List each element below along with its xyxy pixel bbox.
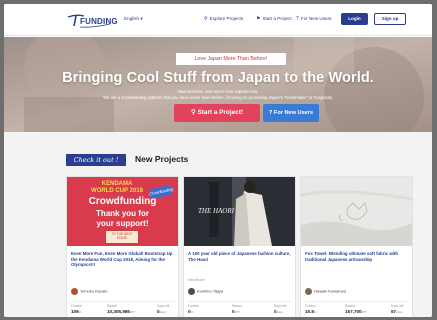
for-new-users-button[interactable]: ? For New Users [263,104,319,122]
avatar [188,288,195,295]
stat-number: 10,305,986 [107,309,130,314]
hero-tagline: Love Japan More Than Before! [176,53,286,65]
funded-stat: Funded 0% [188,304,199,314]
stat-unit: days [159,310,166,314]
project-card[interactable]: Fox Towel: Blending ultimate soft fabric… [300,176,413,317]
haori-image-text: THE HAORI [198,207,235,215]
site-logo[interactable]: FUNDING [66,13,118,28]
project-owner: Tomoko Kazato [71,288,108,295]
stat-unit: % [313,310,317,314]
stat-unit: JPY [234,310,241,314]
owner-name: Hisaaki Kuwabara [314,288,347,294]
stat-label: Funded [71,304,82,308]
project-image[interactable]: THE HAORI [184,177,295,246]
project-title[interactable]: A 100 year old piece of Japanese fashion… [188,251,292,262]
question-icon: ? [296,16,299,22]
project-stats: Funded 106% Raised 10,305,986JPY Days left… [71,301,175,314]
stat-label: Raised [107,304,117,308]
stat-label: Days left [274,304,287,308]
project-card[interactable]: KENDAMA WORLD CUP 2018 Crowdfunding Than… [66,176,179,317]
kendama-banner: KENDAMA WORLD CUP 2018 Crowdfunding Than… [67,177,178,246]
project-title[interactable]: Fox Towel: Blending ultimate soft fabric… [305,251,409,262]
raised-stat: Raised 0JPY [232,304,242,314]
project-owner: Kunihiro Tajiya [188,288,223,295]
days-left-stat: Days left 0days [274,304,286,314]
stat-label: Funded [188,304,199,308]
flag-icon: ⚑ [256,16,261,22]
hero-description-2: We are a crowdfunding platform that you … [103,95,333,100]
section-title: New Projects [135,154,189,164]
search-icon: ⚲ [204,16,208,22]
project-stats: Funded 15.8% Raised 157,700JPY Days left 57… [305,301,409,314]
start-project-button[interactable]: ⚲ Start a Project! [174,104,260,122]
banner-text: KENDAMA [101,181,133,187]
stat-unit: days [396,310,403,314]
stat-value: 57days [391,309,403,314]
for-new-users-label: For New Users [273,110,314,116]
avatar [305,288,312,295]
stat-label: Raised [345,304,355,308]
raised-stat: Raised 10,305,986JPY [107,304,136,314]
page: FUNDING English ▾ ⚲ Explore Projects ⚑ Sta… [4,4,432,317]
project-card[interactable]: THE HAORI A 100 year old piece of Japane… [183,176,296,317]
project-image[interactable] [301,177,412,246]
stat-number: 157,700 [345,309,362,314]
logo-text: FUNDING [80,17,118,26]
language-selector[interactable]: English ▾ [124,16,143,22]
stat-unit: JPY [361,310,368,314]
new-users-label: For New Users [300,16,332,21]
haori-photo: THE HAORI [184,177,295,246]
days-left-stat: Days left 57days [391,304,403,314]
avatar [71,288,78,295]
hero-description-1: New services, new never ever experiences… [177,89,259,94]
explore-projects-link[interactable]: ⚲ Explore Projects [204,16,243,22]
stat-unit: % [190,310,194,314]
owner-name: Tomoko Kazato [80,288,108,294]
stat-value: 15.8% [305,309,317,314]
banner-text: Thank you for [96,209,149,218]
hero-title: Bringing Cool Stuff from Japan to the Wo… [62,70,374,86]
start-project-label: Start a Project! [197,109,243,116]
stat-value: 106% [71,309,82,314]
banner-text: your support! [96,219,149,228]
stat-unit: JPY [130,310,136,314]
owner-name: Kunihiro Tajiya [197,288,223,294]
banner-box: TO THE NEXT STAGE [105,230,139,244]
hero-banner: Love Japan More Than Before! Bringing Co… [4,37,432,132]
stat-value: 0days [157,309,169,314]
days-left-stat: Days left 0days [157,304,169,314]
top-nav: FUNDING English ▾ ⚲ Explore Projects ⚑ Sta… [4,4,432,36]
project-owner: Hisaaki Kuwabara [305,288,346,295]
project-title[interactable]: Even More Fun, Even More Global! Bootstr… [71,251,175,268]
start-project-link[interactable]: ⚑ Start a Project [256,16,292,22]
login-button[interactable]: Login [341,13,368,25]
new-projects-section: Check it out ! New Projects KENDAMA WORL… [4,132,432,317]
banner-text: Crowdfunding [88,196,157,207]
stat-unit: % [78,310,82,314]
project-category: Introduce [188,277,205,282]
project-stats: Funded 0% Raised 0JPY Days left 0days [188,301,292,314]
raised-stat: Raised 157,700JPY [345,304,367,314]
stat-label: Funded [305,304,316,308]
stat-label: Raised [232,304,242,308]
stat-unit: days [276,310,283,314]
start-label: Start a Project [262,16,292,21]
check-it-out-badge: Check it out ! [66,154,126,166]
funded-stat: Funded 106% [71,304,82,314]
stat-value: 10,305,986JPY [107,309,136,314]
stat-value: 0days [274,309,286,314]
funded-stat: Funded 15.8% [305,304,317,314]
stat-value: 157,700JPY [345,309,367,314]
stat-value: 0JPY [232,309,242,314]
project-image[interactable]: KENDAMA WORLD CUP 2018 Crowdfunding Than… [67,177,178,246]
towel-photo [301,177,412,246]
stat-value: 0% [188,309,199,314]
stat-label: Days left [157,304,170,308]
stat-number: 106 [71,309,79,314]
new-users-link[interactable]: ? For New Users [296,16,331,22]
explore-label: Explore Projects [209,16,244,21]
signup-button[interactable]: Sign up [374,13,406,25]
stat-number: 15.8 [305,309,314,314]
stat-label: Days left [391,304,404,308]
